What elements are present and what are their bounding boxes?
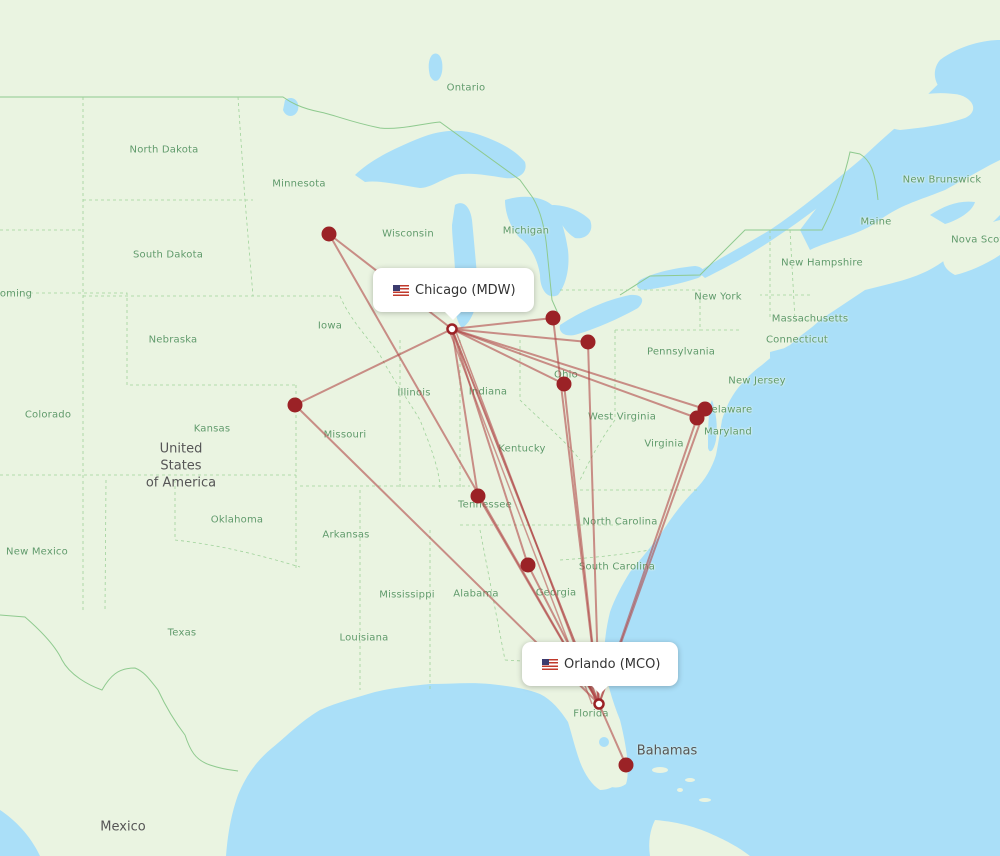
origin-airport-label: Chicago (MDW) — [415, 282, 516, 298]
origin-airport-marker[interactable] — [446, 323, 458, 335]
route-line-orlando — [598, 703, 627, 766]
airport-marker[interactable] — [580, 334, 596, 350]
airport-marker[interactable] — [545, 310, 561, 326]
airport-marker[interactable] — [321, 226, 337, 242]
airport-marker[interactable] — [618, 757, 634, 773]
destination-airport-marker[interactable] — [593, 698, 605, 710]
route-line-chicago — [451, 328, 529, 566]
route-map[interactable]: Ontario North Dakota Minnesota Wisconsin Mic… — [0, 0, 1000, 856]
destination-airport-label: Orlando (MCO) — [564, 656, 661, 672]
us-flag-icon — [393, 284, 409, 296]
us-flag-icon — [542, 658, 558, 670]
airport-marker[interactable] — [520, 557, 536, 573]
origin-airport-tooltip[interactable]: Chicago (MDW) — [373, 268, 534, 320]
airport-marker[interactable] — [470, 488, 486, 504]
route-line-chicago — [451, 328, 698, 419]
route-line-chicago — [294, 328, 453, 406]
airport-marker[interactable] — [556, 376, 572, 392]
airport-marker[interactable] — [287, 397, 303, 413]
destination-airport-tooltip[interactable]: Orlando (MCO) — [522, 642, 679, 694]
routes-layer — [287, 226, 713, 773]
airport-marker[interactable] — [689, 410, 705, 426]
route-line-chicago — [451, 317, 554, 330]
